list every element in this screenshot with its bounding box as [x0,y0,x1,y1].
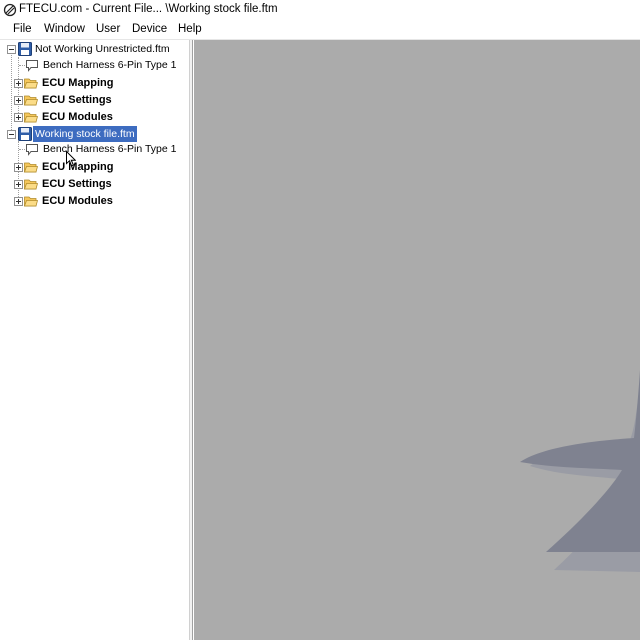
menu-user[interactable]: User [95,22,121,38]
tree-file-node[interactable]: Working stock file.ftm [0,126,190,142]
window-title: FTECU.com - Current File... \Working sto… [19,3,278,15]
tree-folder-node[interactable]: ECU Modules [0,193,190,209]
tree-folder-node[interactable]: ECU Mapping [0,75,190,91]
folder-icon [24,178,38,190]
tree-device-node[interactable]: Bench Harness 6-Pin Type 1 [0,57,190,73]
menu-file[interactable]: File [12,22,33,38]
ftecu-watermark-logo [520,370,640,572]
expand-icon[interactable] [14,163,23,172]
folder-icon [24,195,38,207]
collapse-icon[interactable] [7,45,16,54]
expand-icon[interactable] [14,197,23,206]
panel-splitter[interactable] [190,40,193,640]
tree-folder-node[interactable]: ECU Modules [0,109,190,125]
expand-icon[interactable] [14,113,23,122]
menu-bar: File Window User Device Help [0,20,640,40]
tree-folder-label[interactable]: ECU Mapping [40,75,116,91]
expand-icon[interactable] [14,79,23,88]
floppy-disk-icon [18,42,32,56]
tree-folder-label[interactable]: ECU Settings [40,176,114,192]
expand-icon[interactable] [14,180,23,189]
tree-folder-label[interactable]: ECU Modules [40,193,115,209]
expand-icon[interactable] [14,96,23,105]
title-bar: FTECU.com - Current File... \Working sto… [0,0,640,20]
tree-device-label[interactable]: Bench Harness 6-Pin Type 1 [41,141,178,157]
collapse-icon[interactable] [7,130,16,139]
folder-icon [24,77,38,89]
tree-folder-label[interactable]: ECU Settings [40,92,114,108]
floppy-disk-icon [18,127,32,141]
folder-icon [24,111,38,123]
tree-folder-label[interactable]: ECU Mapping [40,159,116,175]
tree-file-label[interactable]: Not Working Unrestricted.ftm [33,41,172,57]
tree-file-label-selected[interactable]: Working stock file.ftm [33,126,137,142]
menu-help[interactable]: Help [177,22,203,38]
tree-folder-label[interactable]: ECU Modules [40,109,115,125]
tree-device-label[interactable]: Bench Harness 6-Pin Type 1 [41,57,178,73]
mouse-cursor-icon [66,151,76,167]
tree-device-node[interactable]: Bench Harness 6-Pin Type 1 [0,141,190,157]
mdi-workspace [194,40,640,640]
tree-folder-node[interactable]: ECU Settings [0,92,190,108]
speech-bubble-icon [25,143,39,156]
menu-device[interactable]: Device [131,22,168,38]
ftecu-logo-icon [3,3,17,17]
tree-folder-node[interactable]: ECU Mapping [0,159,190,175]
speech-bubble-icon [25,59,39,72]
menu-window[interactable]: Window [43,22,86,38]
tree-file-node[interactable]: Not Working Unrestricted.ftm [0,41,190,57]
folder-icon [24,161,38,173]
folder-icon [24,94,38,106]
tree-folder-node[interactable]: ECU Settings [0,176,190,192]
file-tree-panel[interactable]: Not Working Unrestricted.ftm Bench Harne… [0,40,190,640]
